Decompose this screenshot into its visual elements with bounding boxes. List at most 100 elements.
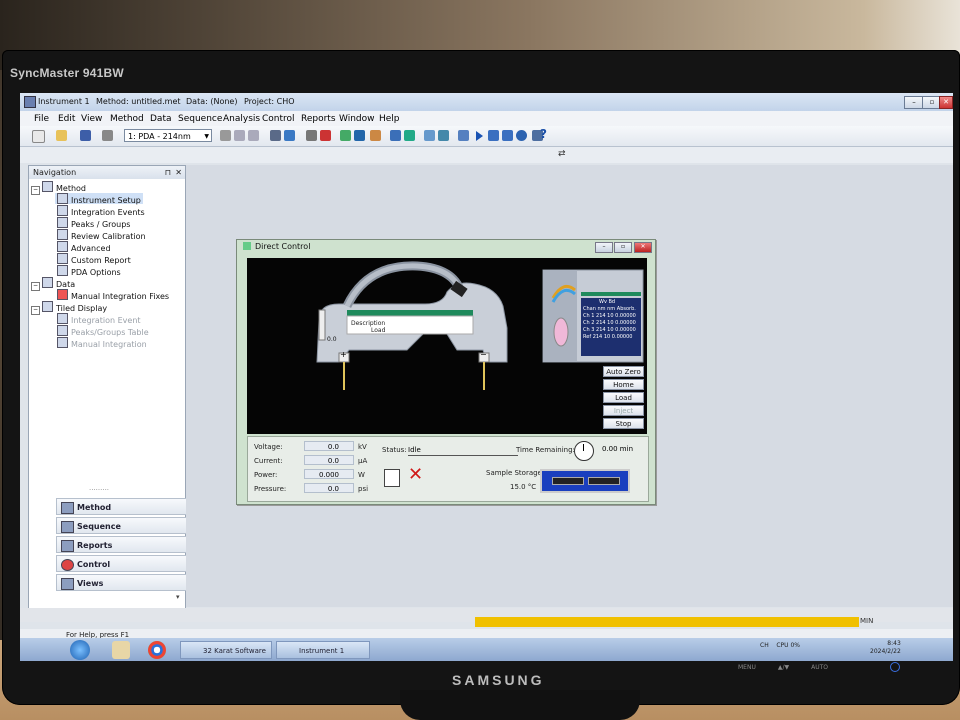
calibrate-icon[interactable]	[404, 130, 415, 141]
cpu-meter: CPU 0%	[776, 642, 800, 649]
pane-splitter[interactable]: ·········	[89, 486, 109, 494]
auto-zero-button[interactable]: Auto Zero	[603, 366, 644, 377]
input-language[interactable]: CH	[760, 642, 769, 649]
taskbar-instrument[interactable]: Instrument 1	[276, 641, 370, 659]
start-button-icon[interactable]	[70, 640, 90, 660]
cut-icon[interactable]	[220, 130, 231, 141]
tree-integration-event[interactable]: Integration Event	[57, 313, 141, 325]
status-value: Idle	[408, 445, 518, 456]
menu-help[interactable]: Help	[379, 114, 400, 124]
collapse-icon[interactable]: −	[31, 306, 40, 315]
tree-manual-integration-fixes[interactable]: Manual Integration Fixes	[57, 289, 169, 301]
status-label: Status:	[382, 446, 407, 454]
nav-button-reports[interactable]: Reports	[56, 536, 194, 553]
menu-method[interactable]: Method	[110, 114, 144, 124]
document-icon[interactable]	[384, 469, 400, 487]
tree-advanced[interactable]: Advanced	[57, 241, 111, 253]
tree-integration-events[interactable]: Integration Events	[57, 205, 145, 217]
menu-window[interactable]: Window	[339, 114, 375, 124]
copy-icon[interactable]	[234, 130, 245, 141]
tree-tiled-display[interactable]: − Tiled Display	[31, 301, 107, 315]
swap-icon[interactable]: ⇄	[558, 149, 566, 159]
menu-sequence[interactable]: Sequence	[178, 114, 222, 124]
run-play-icon[interactable]	[476, 131, 483, 141]
system-clock[interactable]: 8:43 2024/2/22	[870, 640, 901, 656]
sequence-run-icon[interactable]	[502, 130, 513, 141]
print-icon[interactable]	[102, 130, 113, 141]
calendar-icon[interactable]	[340, 130, 351, 141]
overlay-icon[interactable]	[438, 130, 449, 141]
stop-button[interactable]: Stop	[603, 418, 644, 429]
monitor-auto-button[interactable]: AUTO	[811, 664, 828, 671]
help-icon[interactable]: ?	[540, 127, 547, 141]
save-icon[interactable]	[80, 130, 91, 141]
tree-custom-report[interactable]: Custom Report	[57, 253, 131, 265]
menu-view[interactable]: View	[81, 114, 102, 124]
menu-edit[interactable]: Edit	[58, 114, 75, 124]
file-explorer-icon[interactable]	[112, 641, 130, 659]
tree-manual-integration[interactable]: Manual Integration	[57, 337, 147, 349]
nav-button-sequence[interactable]: Sequence	[56, 517, 194, 534]
menu-control[interactable]: Control	[262, 114, 295, 124]
chromatogram-icon[interactable]	[424, 130, 435, 141]
minimize-button[interactable]: –	[904, 96, 924, 109]
sample-storage-tray	[540, 469, 630, 493]
detector-select[interactable]: 1: PDA - 214nm ▼	[124, 129, 212, 142]
paste-icon[interactable]	[248, 130, 259, 141]
nav-more-button[interactable]: ▾	[176, 593, 180, 601]
tree-pda-options[interactable]: PDA Options	[57, 265, 121, 277]
chrome-icon[interactable]	[148, 641, 166, 659]
dialog-close-button[interactable]: ✕	[634, 242, 652, 253]
home-button[interactable]: Home	[603, 379, 644, 390]
detector-table-header1: Wv Bd	[599, 299, 616, 305]
tree-peaks-groups-table[interactable]: Peaks/Groups Table	[57, 325, 149, 337]
tree-instrument-setup[interactable]: Instrument Setup	[55, 193, 143, 205]
collapse-icon[interactable]: −	[31, 186, 40, 195]
detector-table-header2: Chan nm nm Absorb.	[583, 306, 636, 312]
sample-storage-label: Sample Storage:	[486, 469, 545, 477]
load-button[interactable]: Load	[603, 392, 644, 403]
nav-button-control[interactable]: Control	[56, 555, 194, 572]
sequence-icon	[61, 521, 74, 533]
power-unit: W	[358, 471, 365, 479]
preview-icon[interactable]	[458, 130, 469, 141]
new-icon[interactable]	[32, 130, 45, 143]
tree-peaks-groups[interactable]: Peaks / Groups	[57, 217, 130, 229]
tree-data[interactable]: − Data	[31, 277, 75, 291]
graph-icon[interactable]	[284, 130, 295, 141]
power-icon[interactable]	[890, 662, 900, 672]
abort-icon[interactable]	[516, 130, 527, 141]
run-queue-icon[interactable]	[488, 130, 499, 141]
instrument-icon[interactable]	[270, 130, 281, 141]
pin-icon[interactable]: ⊓	[165, 166, 171, 179]
cartridge-description: Description	[351, 320, 386, 327]
open-folder-icon[interactable]	[56, 130, 67, 141]
cancel-x-icon[interactable]: ✕	[408, 465, 423, 485]
chart-icon[interactable]	[390, 130, 401, 141]
monitor-menu-button[interactable]: MENU	[738, 664, 756, 671]
monitor-updown-button[interactable]: ▲/▼	[778, 664, 789, 671]
dialog-minimize-button[interactable]: –	[595, 242, 613, 253]
cartridge-state: Load	[371, 327, 386, 334]
inject-button[interactable]: Inject	[603, 405, 644, 416]
close-button[interactable]: ✕	[939, 96, 953, 109]
sequence-icon[interactable]	[370, 130, 381, 141]
screen: Instrument 1 Method: untitled.met Data: …	[20, 93, 953, 661]
nav-button-method[interactable]: Method	[56, 498, 194, 515]
sample-tray-slot	[588, 477, 620, 485]
menu-analysis[interactable]: Analysis	[223, 114, 260, 124]
collapse-icon[interactable]: −	[31, 282, 40, 291]
nav-button-views[interactable]: Views	[56, 574, 194, 591]
dialog-maximize-button[interactable]: ▫	[614, 242, 632, 253]
close-icon[interactable]: ✕	[175, 166, 182, 179]
menu-reports[interactable]: Reports	[301, 114, 336, 124]
tree-method[interactable]: − Method	[31, 181, 86, 195]
table-icon[interactable]	[354, 130, 365, 141]
menu-data[interactable]: Data	[150, 114, 172, 124]
flask-icon[interactable]	[320, 130, 331, 141]
tree-review-calibration[interactable]: Review Calibration	[57, 229, 146, 241]
menu-file[interactable]: File	[34, 114, 49, 124]
tools-icon[interactable]	[306, 130, 317, 141]
cathode-minus-icon: −	[480, 350, 487, 359]
taskbar-32karat[interactable]: 32 Karat Software	[180, 641, 272, 659]
